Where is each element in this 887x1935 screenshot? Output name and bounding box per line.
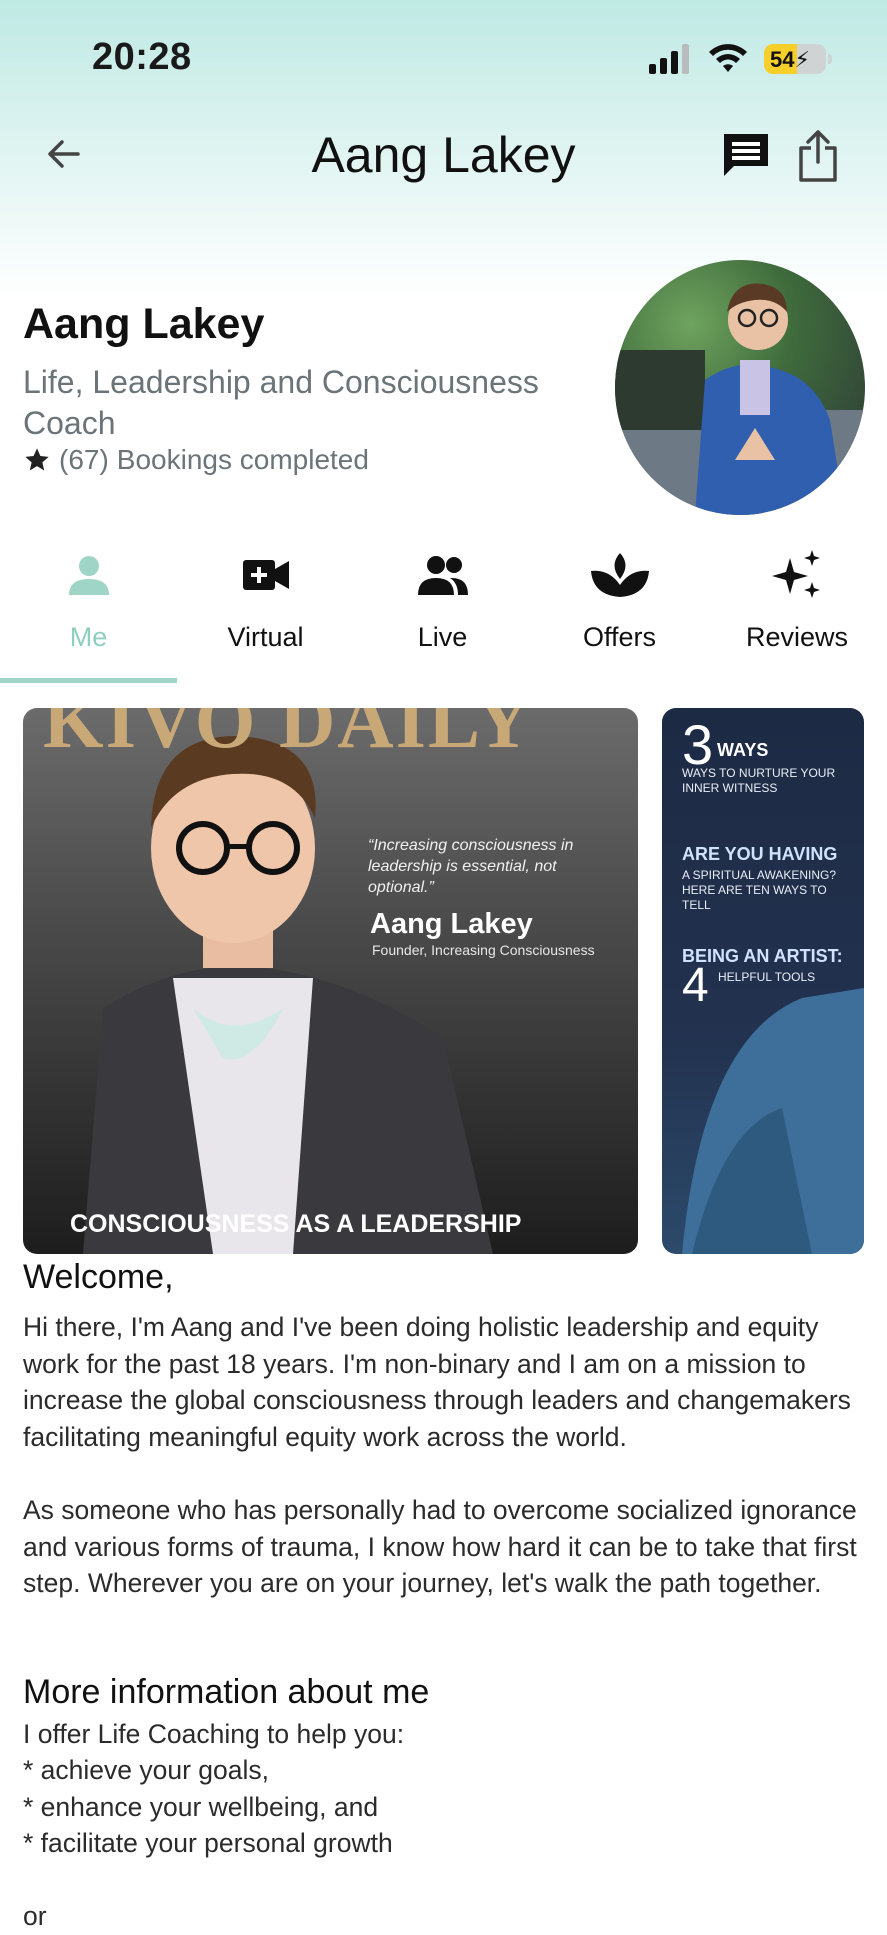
more-info-line-2: * achieve your goals,: [23, 1755, 270, 1785]
welcome-paragraph-1: Hi there, I'm Aang and I've been doing h…: [23, 1312, 851, 1452]
portrait-photo: [83, 736, 493, 1254]
more-info-heading: More information about me: [23, 1673, 430, 1711]
second-image-card[interactable]: 3 WAYS WAYS TO NURTURE YOUR INNER WITNES…: [662, 708, 864, 1254]
tab-offers[interactable]: Offers: [531, 540, 708, 680]
active-tab-indicator: [0, 678, 177, 683]
bookings-summary: (67) Bookings completed: [23, 444, 369, 476]
tab-reviews[interactable]: Reviews: [708, 540, 887, 680]
group-icon: [417, 556, 468, 595]
profile-name: Aang Lakey: [23, 300, 265, 348]
tab-live[interactable]: Live: [354, 540, 531, 680]
battery-icon: 54⚡: [764, 44, 826, 74]
sparkles-icon: [772, 550, 820, 598]
more-info-line-5: or: [23, 1901, 47, 1931]
magazine-name: Aang Lakey: [370, 908, 533, 940]
magazine-title: KIVO DAILY: [43, 708, 534, 764]
tab-virtual[interactable]: Virtual: [177, 540, 354, 680]
wifi-icon: [709, 44, 747, 72]
share-icon[interactable]: [795, 128, 841, 184]
cellular-signal-icon: [649, 44, 689, 74]
tab-reviews-label: Reviews: [746, 622, 849, 652]
star-icon: [25, 448, 49, 471]
chat-icon[interactable]: [720, 130, 772, 182]
profile-title: Life, Leadership and Consciousness Coach: [23, 364, 539, 441]
welcome-heading: Welcome,: [23, 1258, 174, 1296]
card2-heading-2: ARE YOU HAVING: [682, 844, 838, 864]
magazine-role: Founder, Increasing Consciousness: [372, 942, 595, 958]
card2-sub-3: HELPFUL TOOLS: [718, 970, 816, 984]
avatar-photo: [615, 283, 865, 515]
profile-tabs: Me Virtual Live Offers Reviews: [0, 540, 887, 685]
more-info-line-3: * enhance your wellbeing, and: [23, 1792, 379, 1822]
more-info-line-4: * facilitate your personal growth: [23, 1828, 393, 1858]
lotus-icon: [590, 553, 649, 597]
card2-heading-1: WAYS: [717, 740, 769, 760]
status-time: 20:28: [92, 36, 192, 78]
more-info-line-1: I offer Life Coaching to help you:: [23, 1719, 405, 1749]
avatar: [615, 260, 865, 515]
magazine-quote: “Increasing consciousness in leadership …: [368, 837, 574, 896]
person-icon: [68, 556, 109, 595]
bookings-count: (67): [59, 444, 109, 475]
featured-image-card[interactable]: KIVO DAILY “Increasing consciousness in …: [23, 708, 638, 1254]
bookings-label: Bookings completed: [116, 444, 369, 475]
tab-me-label: Me: [69, 622, 108, 652]
tab-offers-label: Offers: [582, 622, 657, 652]
card2-sub-2: A SPIRITUAL AWAKENING? HERE ARE TEN WAYS…: [682, 868, 837, 912]
magazine-banner: CONSCIOUSNESS AS A LEADERSHIP: [70, 1210, 522, 1238]
video-add-icon: [242, 560, 289, 590]
battery-cap: [828, 54, 832, 64]
tab-live-label: Live: [417, 622, 468, 652]
card2-sub-1: WAYS TO NURTURE YOUR INNER WITNESS: [682, 766, 836, 795]
status-bar: 20:28 54⚡: [0, 0, 887, 110]
tab-virtual-label: Virtual: [227, 622, 304, 652]
tab-me[interactable]: Me: [0, 540, 177, 680]
battery-percentage: 54⚡: [770, 47, 810, 72]
card2-number-4: 4: [682, 959, 709, 1012]
welcome-paragraph-2: As someone who has personally had to ove…: [23, 1495, 857, 1598]
